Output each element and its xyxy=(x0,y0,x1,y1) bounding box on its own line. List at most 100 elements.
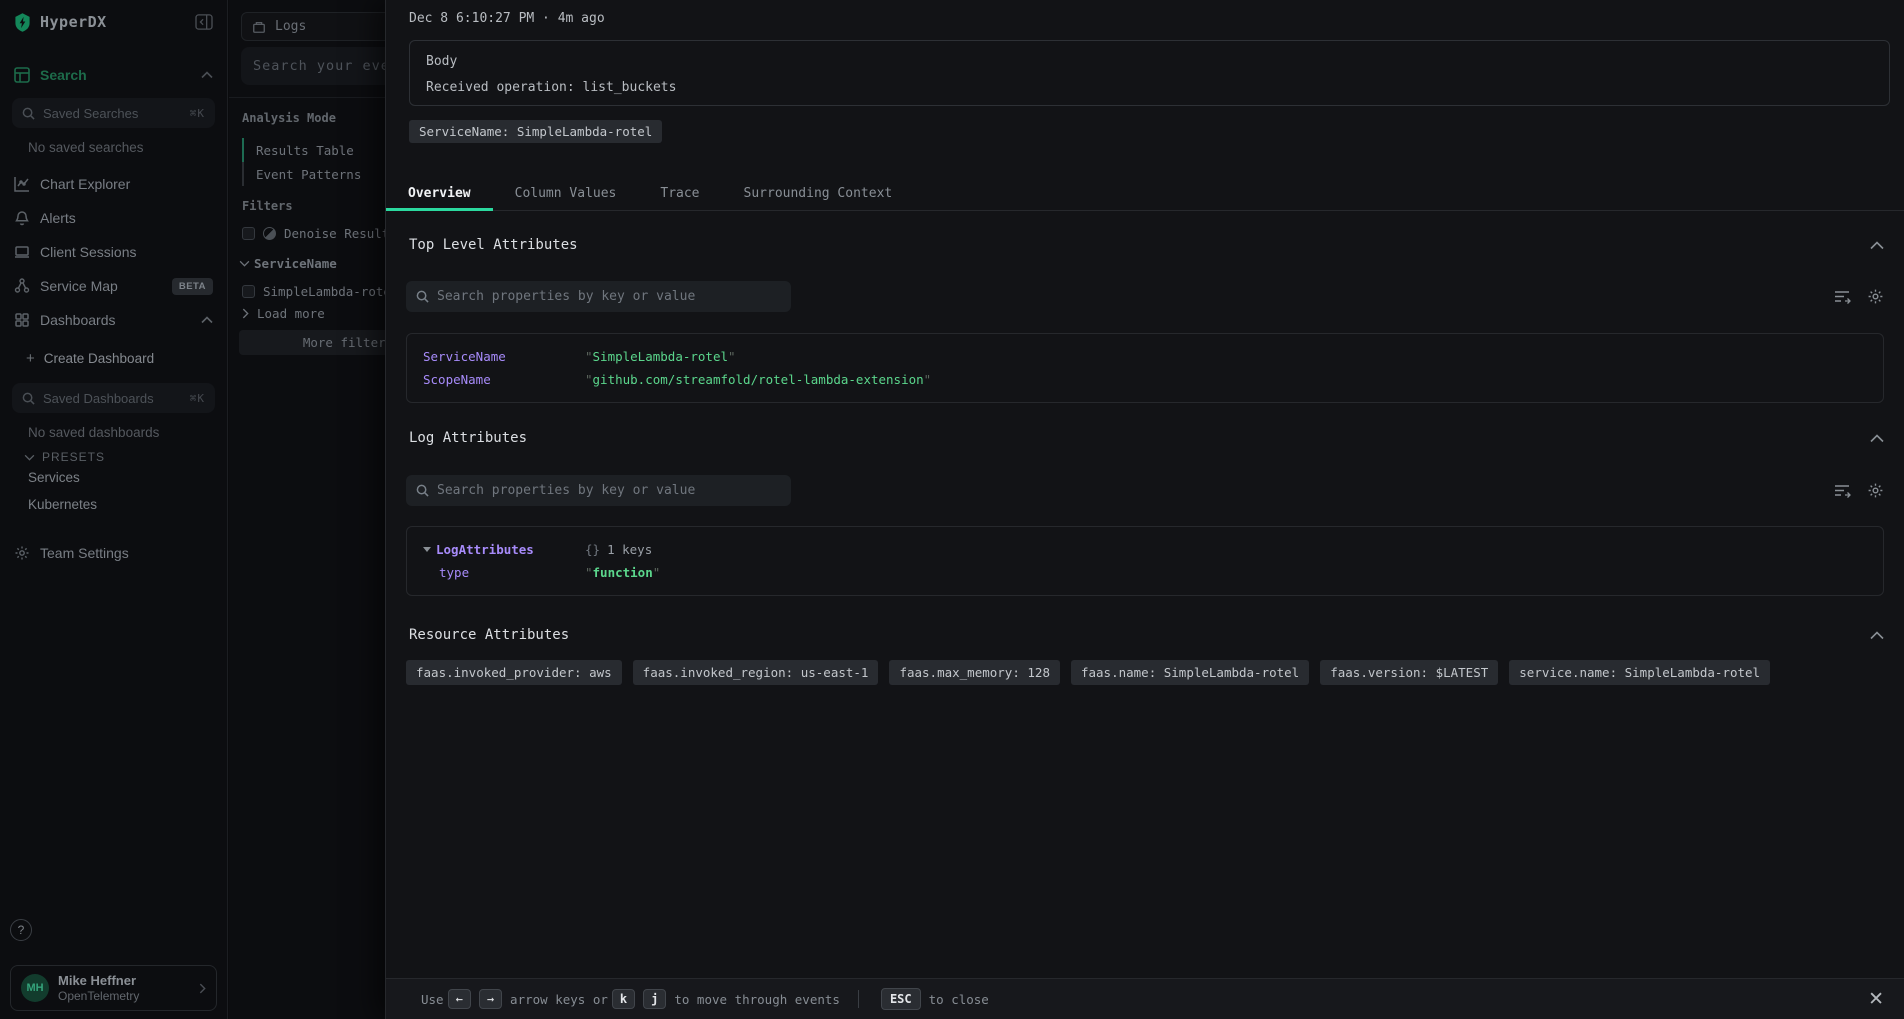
sidebar-item-chart-explorer[interactable]: Chart Explorer xyxy=(0,167,227,201)
user-meta: Mike Heffner OpenTelemetry xyxy=(58,973,199,1003)
drawer-tabs: Overview Column Values Trace Surrounding… xyxy=(386,178,1904,211)
chevron-down-icon xyxy=(24,454,35,461)
sidebar-item-alerts[interactable]: Alerts xyxy=(0,201,227,235)
create-dashboard-button[interactable]: + Create Dashboard xyxy=(0,343,227,373)
servicename-tag[interactable]: ServiceName: SimpleLambda-rotel xyxy=(409,120,662,143)
section-title: Log Attributes xyxy=(409,430,1870,446)
attr-row[interactable]: ScopeName "github.com/streamfold/rotel-l… xyxy=(423,370,1867,389)
close-icon[interactable]: ✕ xyxy=(1868,990,1884,1009)
resource-chip[interactable]: faas.name: SimpleLambda-rotel xyxy=(1071,660,1309,685)
help-button[interactable]: ? xyxy=(10,919,32,941)
chevron-right-icon xyxy=(242,308,249,319)
attr-row[interactable]: type "function" xyxy=(423,563,1867,582)
top-level-search[interactable] xyxy=(406,281,791,312)
sidebar-item-search[interactable]: Search xyxy=(0,58,227,92)
mode-event-patterns[interactable]: Event Patterns xyxy=(242,162,361,186)
analysis-modes: Results Table Event Patterns xyxy=(242,138,361,186)
monitor-icon xyxy=(14,244,30,260)
log-attributes-box: LogAttributes {}1 keys type "function" xyxy=(406,526,1884,596)
saved-searches-search[interactable]: ⌘K xyxy=(12,98,215,128)
no-saved-dashboards-text: No saved dashboards xyxy=(0,413,227,440)
sidebar-item-label: Chart Explorer xyxy=(40,176,213,192)
chevron-up-icon[interactable] xyxy=(1870,434,1884,443)
user-card[interactable]: MH Mike Heffner OpenTelemetry xyxy=(10,965,217,1011)
sidebar-nav: Chart Explorer Alerts Client Sessions Se… xyxy=(0,167,227,337)
body-text: Received operation: list_buckets xyxy=(426,80,1873,95)
gear-icon[interactable] xyxy=(1867,482,1884,499)
attr-row[interactable]: ServiceName "SimpleLambda-rotel" xyxy=(423,347,1867,366)
resource-chip[interactable]: faas.version: $LATEST xyxy=(1320,660,1498,685)
key-j: j xyxy=(643,989,666,1009)
tab-column-values[interactable]: Column Values xyxy=(493,178,639,210)
load-more[interactable]: Load more xyxy=(242,306,325,321)
denoise-filter[interactable]: Denoise Results xyxy=(242,226,397,241)
footer-text: to close xyxy=(929,992,989,1007)
resource-chip[interactable]: faas.max_memory: 128 xyxy=(889,660,1060,685)
denoise-icon xyxy=(263,227,276,240)
saved-dashboards-input[interactable] xyxy=(43,391,190,406)
gear-icon xyxy=(14,545,30,561)
mode-results-table[interactable]: Results Table xyxy=(242,138,361,162)
create-dashboard-label: Create Dashboard xyxy=(44,351,154,366)
filter-value-label: SimpleLambda-rotel xyxy=(263,284,398,299)
gear-icon[interactable] xyxy=(1867,288,1884,305)
footer-text: Use xyxy=(421,992,444,1007)
top-level-search-input[interactable] xyxy=(437,289,781,304)
checkbox[interactable] xyxy=(242,227,255,240)
chart-icon xyxy=(14,176,30,192)
chevron-up-icon[interactable] xyxy=(1870,631,1884,640)
user-name: Mike Heffner xyxy=(58,973,199,988)
saved-searches-input[interactable] xyxy=(43,106,190,121)
filter-group-servicename[interactable]: ServiceName xyxy=(239,256,337,271)
denoise-label: Denoise Results xyxy=(284,226,397,241)
preset-kubernetes[interactable]: Kubernetes xyxy=(0,491,227,518)
servicename-value-filter[interactable]: SimpleLambda-rotel xyxy=(242,284,398,299)
log-attributes-search[interactable] xyxy=(406,475,791,506)
key-arrow-right: → xyxy=(479,989,502,1009)
sidebar-item-team-settings[interactable]: Team Settings xyxy=(0,536,227,570)
chevron-up-icon[interactable] xyxy=(201,71,213,79)
resource-chip[interactable]: service.name: SimpleLambda-rotel xyxy=(1509,660,1770,685)
beta-badge: BETA xyxy=(172,278,213,295)
network-icon xyxy=(14,278,30,294)
footer-text: arrow keys or xyxy=(510,992,608,1007)
presets-toggle[interactable]: PRESETS xyxy=(0,440,227,464)
log-attributes-search-input[interactable] xyxy=(437,483,781,498)
key-k: k xyxy=(612,989,635,1009)
resource-attribute-chips: faas.invoked_provider: aws faas.invoked_… xyxy=(406,660,1884,685)
event-body-box: Body Received operation: list_buckets xyxy=(409,40,1890,106)
event-timestamp: Dec 8 6:10:27 PM · 4m ago xyxy=(409,11,605,26)
chevron-up-icon[interactable] xyxy=(201,316,213,324)
filter-lines-icon[interactable] xyxy=(1834,483,1851,498)
hyperdx-logo-icon xyxy=(14,13,31,32)
tab-overview[interactable]: Overview xyxy=(386,178,493,210)
filter-lines-icon[interactable] xyxy=(1834,289,1851,304)
chevron-up-icon[interactable] xyxy=(1870,241,1884,250)
resource-chip[interactable]: faas.invoked_provider: aws xyxy=(406,660,622,685)
app-title: HyperDX xyxy=(40,13,195,31)
caret-down-icon xyxy=(423,547,431,552)
preset-services[interactable]: Services xyxy=(0,464,227,491)
tab-trace[interactable]: Trace xyxy=(638,178,721,210)
source-label: Logs xyxy=(275,19,306,34)
chevron-right-icon xyxy=(199,983,206,994)
sidebar-item-dashboards[interactable]: Dashboards xyxy=(0,303,227,337)
analysis-mode-header: Analysis Mode xyxy=(242,111,336,125)
log-attributes-icons xyxy=(1834,482,1884,499)
sidebar-item-service-map[interactable]: Service Map BETA xyxy=(0,269,227,303)
key-esc: ESC xyxy=(881,988,921,1010)
resource-chip[interactable]: faas.invoked_region: us-east-1 xyxy=(633,660,879,685)
group-label: ServiceName xyxy=(254,256,337,271)
sidebar-item-label: Team Settings xyxy=(40,545,213,561)
attr-value: "github.com/streamfold/rotel-lambda-exte… xyxy=(585,370,931,389)
collapse-sidebar-icon[interactable] xyxy=(195,14,213,30)
top-level-attributes-box: ServiceName "SimpleLambda-rotel" ScopeNa… xyxy=(406,333,1884,403)
saved-dashboards-search[interactable]: ⌘K xyxy=(12,383,215,413)
tab-surrounding-context[interactable]: Surrounding Context xyxy=(722,178,915,210)
body-label: Body xyxy=(426,54,1873,69)
log-attributes-root[interactable]: LogAttributes {}1 keys xyxy=(423,540,1867,559)
section-title: Top Level Attributes xyxy=(409,237,1870,253)
sidebar-item-client-sessions[interactable]: Client Sessions xyxy=(0,235,227,269)
keys-count: {}1 keys xyxy=(585,540,652,559)
checkbox[interactable] xyxy=(242,285,255,298)
